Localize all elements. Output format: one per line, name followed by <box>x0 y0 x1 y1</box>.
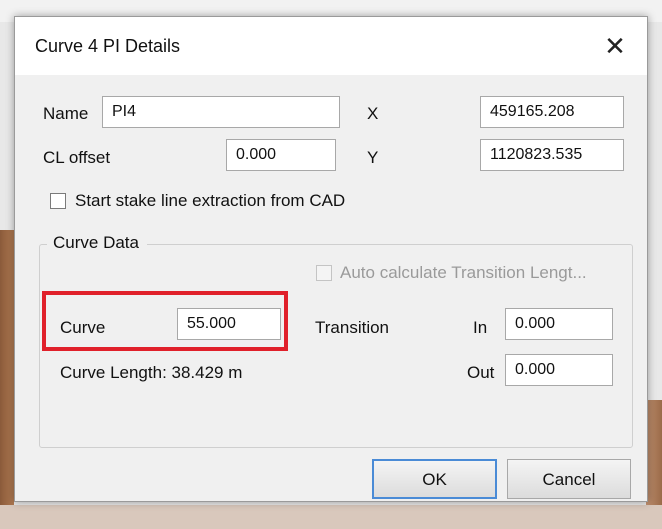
name-field[interactable]: PI4 <box>102 96 340 128</box>
dialog-titlebar: Curve 4 PI Details ✕ <box>15 17 647 75</box>
cl-offset-field[interactable]: 0.000 <box>226 139 336 171</box>
y-field[interactable]: 1120823.535 <box>480 139 624 171</box>
curve-data-group-label: Curve Data <box>47 233 147 253</box>
name-label: Name <box>43 104 89 123</box>
y-label: Y <box>367 148 379 167</box>
transition-in-label: In <box>473 318 488 337</box>
close-icon[interactable]: ✕ <box>595 27 635 65</box>
auto-calc-checkbox[interactable] <box>316 265 332 281</box>
stake-line-checkbox-label[interactable]: Start stake line extraction from CAD <box>75 191 345 211</box>
transition-out-label: Out <box>467 363 495 382</box>
curve-radius-field[interactable]: 55.000 <box>177 308 281 340</box>
cl-offset-label: CL offset <box>43 148 111 167</box>
transition-out-field[interactable]: 0.000 <box>505 354 613 386</box>
ok-button[interactable]: OK <box>372 459 497 499</box>
cancel-button[interactable]: Cancel <box>507 459 631 499</box>
stake-line-checkbox[interactable] <box>50 193 66 209</box>
curve-length-text: Curve Length: 38.429 m <box>60 363 243 382</box>
background-left-edge <box>0 230 14 529</box>
x-field[interactable]: 459165.208 <box>480 96 624 128</box>
curve-label: Curve <box>60 318 106 337</box>
transition-label: Transition <box>315 318 390 337</box>
dialog-title: Curve 4 PI Details <box>35 36 181 56</box>
auto-calc-checkbox-label: Auto calculate Transition Lengt... <box>340 263 587 282</box>
background-bottom-strip <box>0 505 662 529</box>
x-label: X <box>367 104 379 123</box>
curve-pi-details-dialog: Curve 4 PI Details ✕ Name PI4 X 459165.2… <box>14 16 648 502</box>
transition-in-field[interactable]: 0.000 <box>505 308 613 340</box>
